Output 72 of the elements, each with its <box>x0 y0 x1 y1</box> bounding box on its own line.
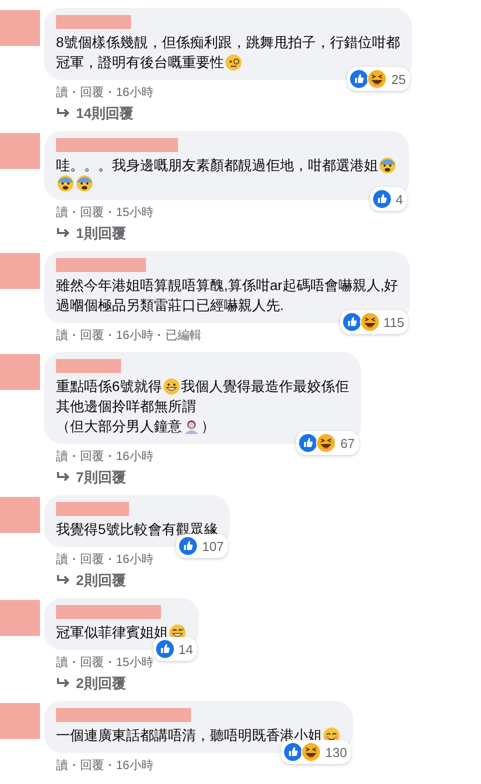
laughing-icon <box>360 312 380 332</box>
like-icon <box>154 639 175 659</box>
emoji-icon <box>162 378 180 394</box>
reply-arrow-icon <box>56 574 70 586</box>
comment-meta[interactable]: 回覆 <box>80 655 104 669</box>
comment-meta[interactable]: 讀 <box>56 552 68 566</box>
emoji-icon <box>57 175 74 192</box>
reply-arrow-icon <box>56 677 70 689</box>
comment-meta: 已編輯 <box>165 328 202 342</box>
like-icon <box>178 536 198 556</box>
redaction-block <box>0 703 40 739</box>
comment-meta[interactable]: 讀 <box>56 758 68 772</box>
reply-arrow-icon <box>56 107 70 119</box>
comment-meta[interactable]: 回覆 <box>80 205 104 219</box>
like-icon <box>283 742 304 762</box>
comment-text: 過嗰個極品另類雷莊口已經嚇親人先. <box>56 296 284 315</box>
comment-meta: 16小時 <box>116 758 154 772</box>
comment-meta[interactable]: 讀 <box>56 449 68 463</box>
redaction-block <box>0 354 40 390</box>
comment-text: ） <box>201 417 215 436</box>
emoji-icon <box>183 418 200 434</box>
comment-text: （但大部分男人鐘意 <box>56 417 182 436</box>
reaction-badge[interactable]: 115 <box>340 310 408 334</box>
like-icon <box>349 69 370 89</box>
reply-arrow-icon <box>56 227 70 239</box>
comment-meta[interactable]: 讀 <box>56 85 68 99</box>
redaction-block <box>0 253 40 289</box>
comment-meta[interactable]: 回覆 <box>80 449 104 463</box>
comment-meta[interactable]: 回覆 <box>80 552 104 566</box>
like-icon <box>342 312 362 332</box>
view-replies-link[interactable]: 14則回覆 <box>44 99 134 121</box>
comment-meta[interactable]: 讀 <box>56 655 68 669</box>
comment-meta: 15小時 <box>116 205 154 219</box>
comment-meta: 16小時 <box>116 449 154 463</box>
comment-text: 雖然今年港姐唔算靚唔算醜,算係咁ar起碼唔會嚇親人,好 <box>56 276 398 295</box>
reply-arrow-icon <box>56 471 70 483</box>
laughing-icon <box>316 433 336 453</box>
redaction-block <box>0 133 40 169</box>
laughing-icon <box>301 742 322 762</box>
comment-meta: 16小時 <box>116 552 154 566</box>
reaction-badge[interactable]: 25 <box>347 67 410 91</box>
view-replies-link[interactable]: 2則回覆 <box>44 669 126 691</box>
comment-text: 哇。。。我身邊嘅朋友素顏都靚過佢地，咁都選港姐 <box>56 156 378 175</box>
view-replies-link[interactable]: 1則回覆 <box>44 219 126 241</box>
view-replies-link[interactable]: 2則回覆 <box>44 566 126 588</box>
emoji-icon <box>379 156 396 174</box>
comment-text: 冠軍，證明有後台嘅重要性 <box>56 53 224 72</box>
comment-meta: 16小時 <box>116 328 154 342</box>
emoji-icon <box>76 175 93 192</box>
like-icon <box>372 189 392 209</box>
comment-meta[interactable]: 回覆 <box>80 328 104 342</box>
comment-meta[interactable]: 回覆 <box>80 758 104 772</box>
comment-meta[interactable]: 讀 <box>56 205 68 219</box>
comment-text: 我個人覺得最造作最姣係佢 <box>180 377 349 396</box>
like-icon <box>298 433 318 453</box>
comment-meta: 15小時 <box>116 655 154 669</box>
laughing-icon <box>367 69 388 89</box>
reaction-badge[interactable]: 4 <box>370 187 407 211</box>
comment-text: 8號個樣係幾靚，但係痴利跟，跳舞甩拍子，行錯位咁都 <box>56 33 400 52</box>
redaction-block <box>56 359 121 373</box>
comment-text: 其他邊個拎咩都無所謂 <box>56 397 196 416</box>
comment-meta: 16小時 <box>116 85 154 99</box>
redaction-block <box>0 10 40 46</box>
comment-text: 重點唔係6號就得 <box>56 377 162 396</box>
comment-meta[interactable]: 回覆 <box>80 85 104 99</box>
reaction-badge[interactable]: 130 <box>281 740 351 764</box>
redaction-block <box>0 600 40 636</box>
emoji-icon <box>225 54 242 70</box>
reaction-badge[interactable]: 67 <box>296 431 359 455</box>
comment-meta[interactable]: 讀 <box>56 328 68 342</box>
redaction-block <box>0 497 40 533</box>
view-replies-link[interactable]: 7則回覆 <box>44 463 126 485</box>
